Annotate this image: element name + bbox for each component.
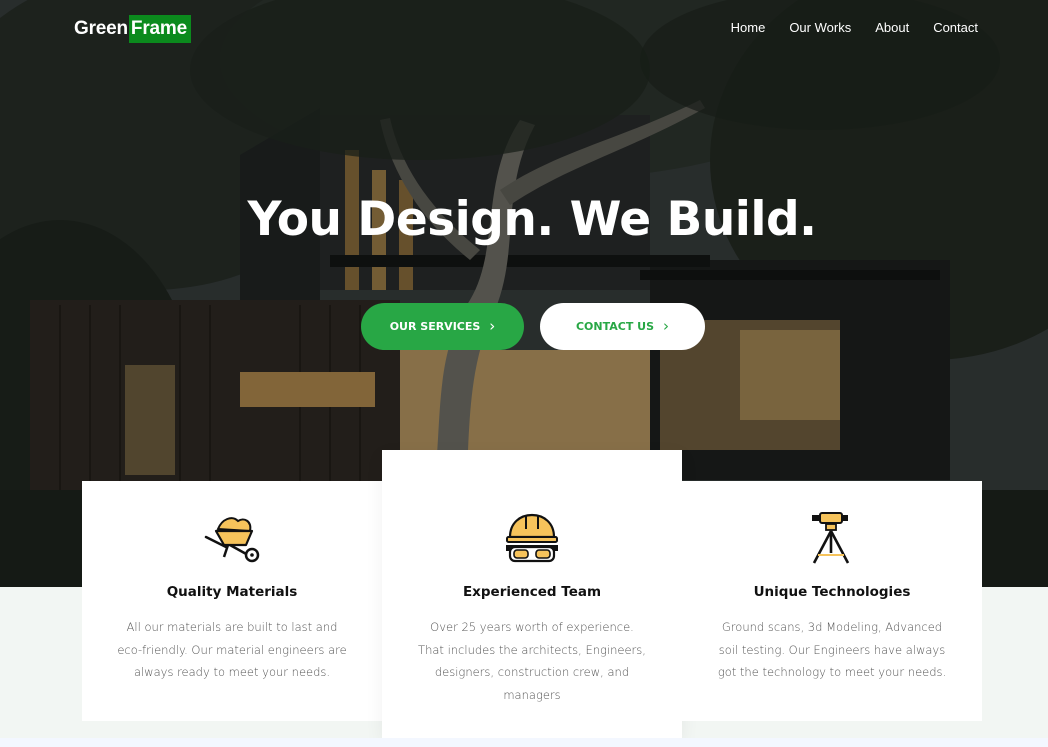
feature-card-quality-materials: Quality Materials All our materials are … [82, 481, 382, 721]
contact-us-label: CONTACT US [575, 320, 655, 333]
feature-title: Quality Materials [166, 584, 298, 600]
brand-logo[interactable]: Green Frame [74, 15, 191, 43]
nav-item-home[interactable]: Home [731, 20, 766, 35]
page-bottom-strip [0, 738, 1048, 747]
feature-card-experienced-team: Experienced Team Over 25 years worth of … [382, 450, 682, 738]
feature-description: Ground scans, 3d Modeling, Advanced soil… [717, 620, 947, 679]
brand-logo-part2: Frame [128, 15, 191, 43]
theodolite-icon [812, 512, 850, 564]
nav-item-about[interactable]: About [875, 20, 909, 35]
feature-title: Unique Technologies [753, 584, 911, 600]
hero-headline: You Design. We Build. [247, 192, 817, 247]
feature-card-unique-technologies: Unique Technologies Ground scans, 3d Mod… [682, 481, 982, 721]
brand-logo-part1: Green [74, 18, 128, 39]
chevron-right-icon: › [663, 317, 670, 335]
nav-item-our-works[interactable]: Our Works [789, 20, 851, 35]
hardhat-goggles-icon [506, 513, 558, 563]
feature-title: Experienced Team [462, 584, 602, 600]
wheelbarrow-icon [204, 517, 260, 563]
contact-us-button[interactable]: CONTACT US › [540, 303, 705, 350]
our-services-label: OUR SERVICES [389, 320, 481, 333]
chevron-right-icon: › [489, 317, 496, 335]
nav-item-contact[interactable]: Contact [933, 20, 978, 35]
our-services-button[interactable]: OUR SERVICES › [361, 303, 524, 350]
feature-description: All our materials are built to last and … [117, 620, 347, 679]
feature-description: Over 25 years worth of experience. That … [418, 620, 646, 702]
main-navigation: Home Our Works About Contact [731, 20, 978, 35]
